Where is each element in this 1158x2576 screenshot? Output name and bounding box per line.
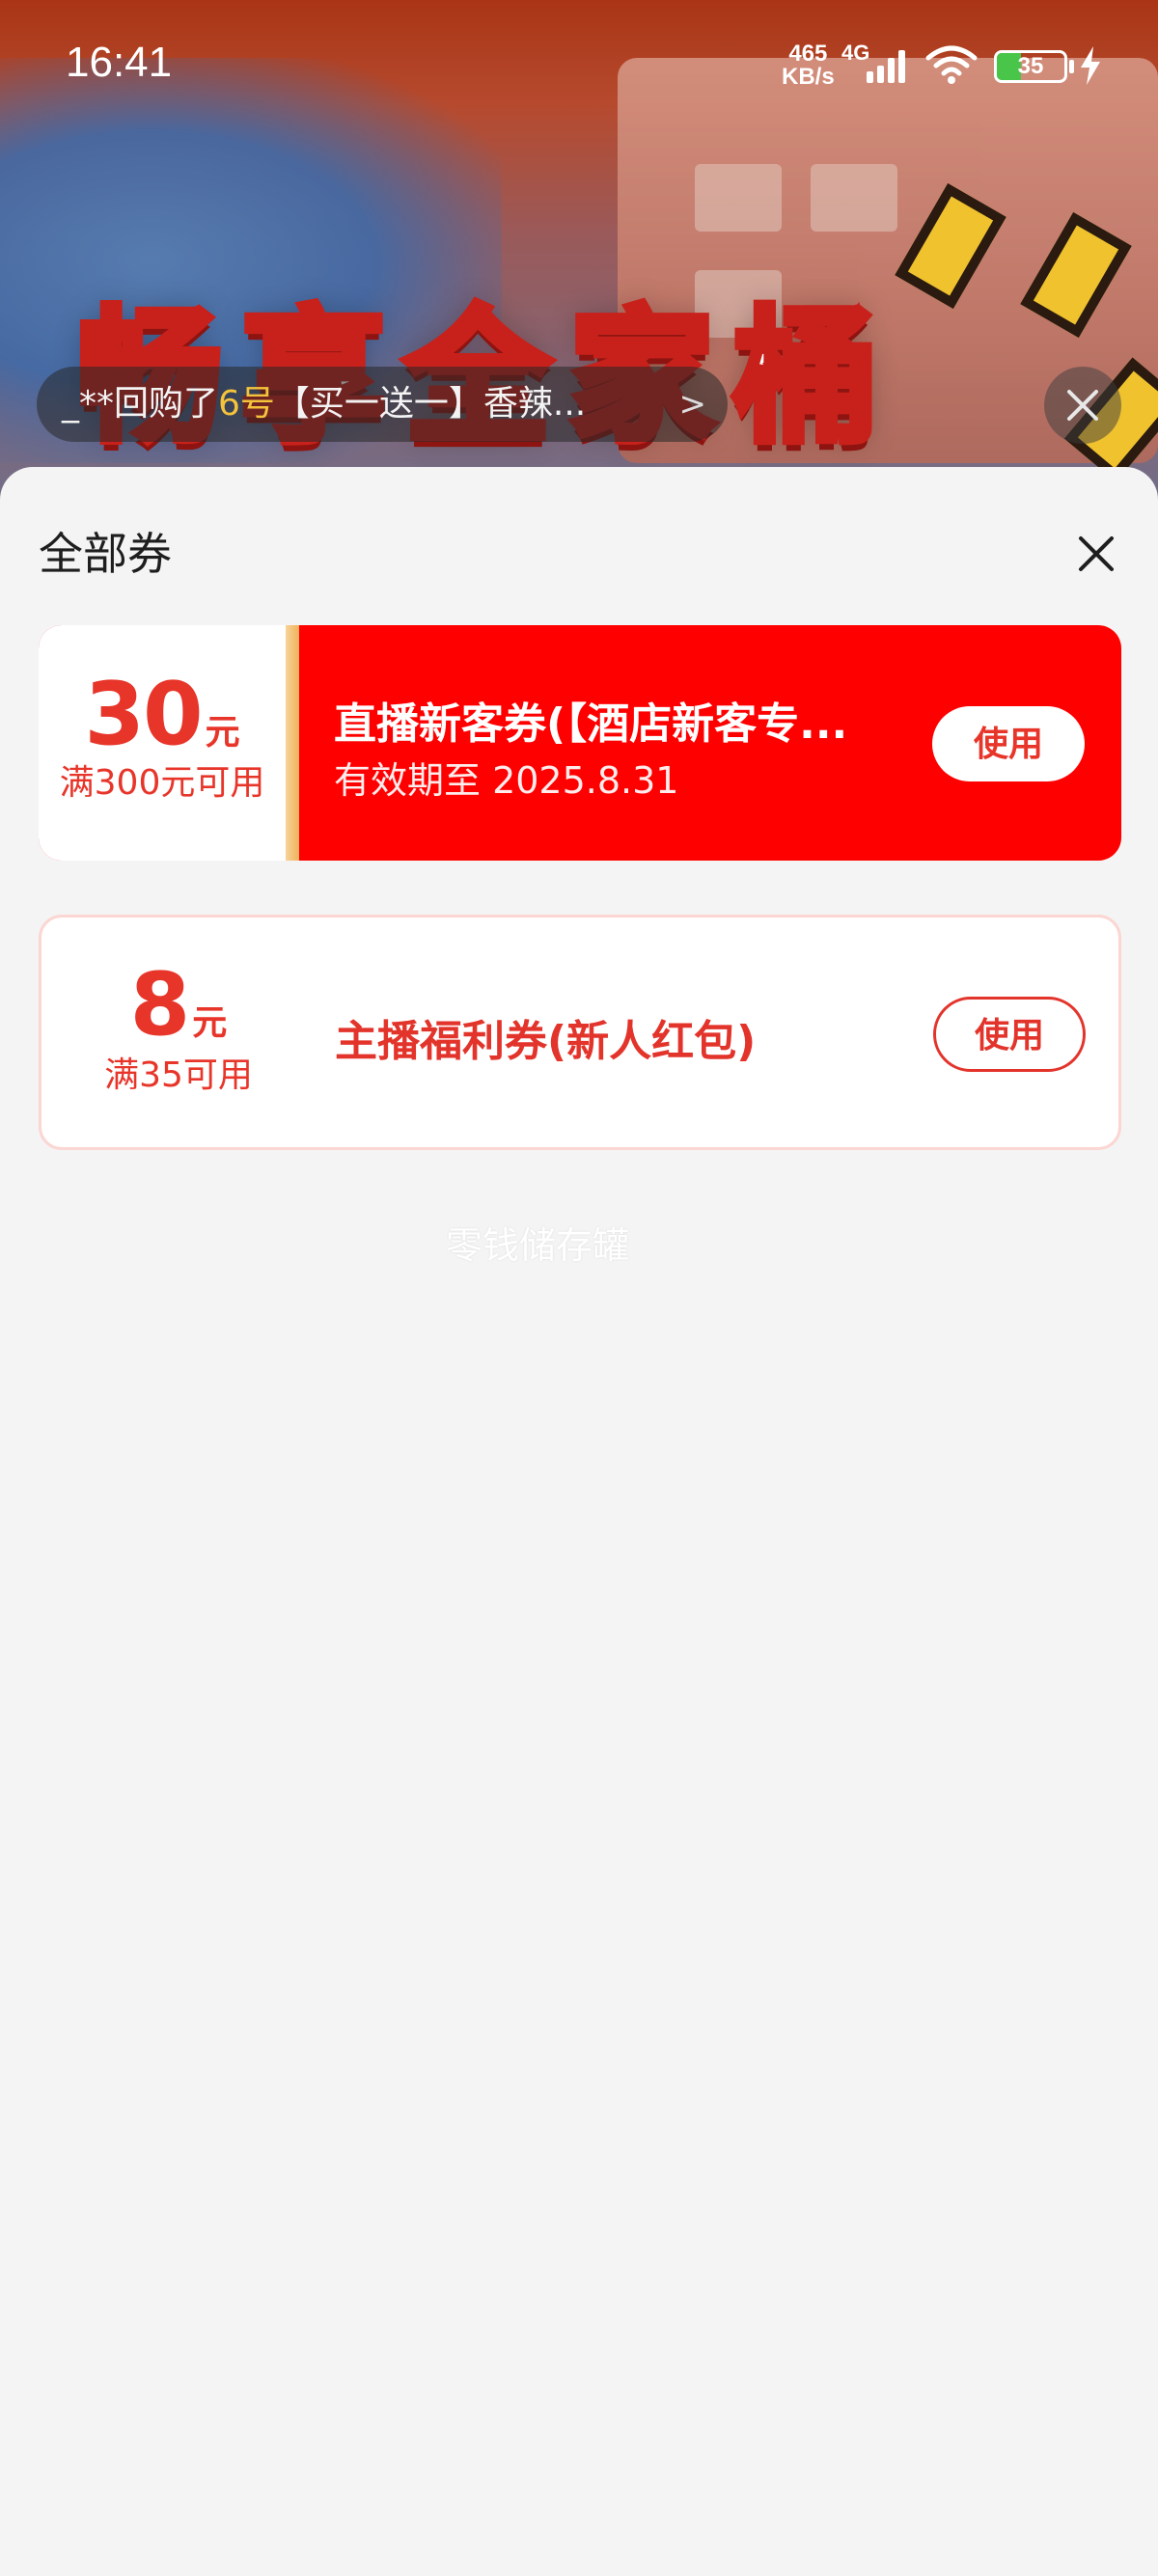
purchase-ticker[interactable]: _**回购了6号【买一送一】香辣... > [37, 367, 728, 442]
battery-icon: 35 [994, 50, 1067, 83]
battery-tip [1069, 60, 1074, 73]
coupon-card[interactable]: 8元 满35可用 主播福利券(新人红包) 使用 [39, 915, 1121, 1150]
network-speed: 465 KB/s [782, 42, 835, 89]
coupon-amount-unit: 元 [205, 713, 240, 753]
coupon-card[interactable]: 30 元 满300元可用 直播新客券(【酒店新客专... 有效期至 2025.8.… [39, 625, 1121, 861]
coupon-amount-panel: 30 元 满300元可用 [39, 625, 286, 861]
ticker-highlight: 6号 [218, 384, 275, 424]
use-coupon-button[interactable]: 使用 [933, 997, 1086, 1072]
ticker-prefix: _**回购了 [62, 384, 219, 424]
watermark-text: 零钱储存罐 [446, 1224, 630, 1267]
wifi-icon [925, 45, 978, 84]
coupon-condition: 满300元可用 [59, 763, 265, 803]
status-time: 16:41 [66, 39, 173, 86]
coupon-title: 直播新客券(【酒店新客专... [334, 699, 848, 749]
coupon-sheet: 全部券 30 元 满300元可用 直播新客券(【酒店新客专... 有效期至 202… [0, 467, 1158, 2576]
chevron-right-icon: > [678, 385, 707, 424]
sheet-title: 全部券 [39, 528, 172, 580]
charging-icon [1081, 46, 1100, 85]
signal-icon [859, 46, 909, 83]
coupon-amount: 8元 [55, 954, 302, 1055]
status-bar: 16:41 465 KB/s 4G 35 [0, 0, 1158, 135]
use-coupon-button[interactable]: 使用 [932, 706, 1085, 781]
network-speed-unit: KB/s [782, 64, 835, 90]
coupon-validity: 有效期至 2025.8.31 [334, 759, 679, 802]
coupon-title: 主播福利券(新人红包) [335, 1017, 757, 1066]
coupon-amount-value: 8 [129, 954, 191, 1055]
sheet-close-button[interactable] [1077, 534, 1116, 573]
coupon-condition: 满35可用 [104, 1055, 253, 1095]
close-stream-button[interactable] [1044, 367, 1121, 444]
ticker-suffix: 【买一送一】香辣... [274, 384, 587, 424]
coupon-amount-unit: 元 [192, 1003, 228, 1043]
coupon-divider [286, 625, 299, 861]
battery-level: 35 [1017, 53, 1044, 79]
coupon-amount: 30 元 [39, 664, 286, 765]
building-window [695, 164, 782, 232]
network-speed-value: 465 [788, 41, 828, 67]
building-window [811, 164, 897, 232]
coupon-amount-value: 30 [84, 664, 203, 765]
close-icon [1067, 390, 1098, 421]
